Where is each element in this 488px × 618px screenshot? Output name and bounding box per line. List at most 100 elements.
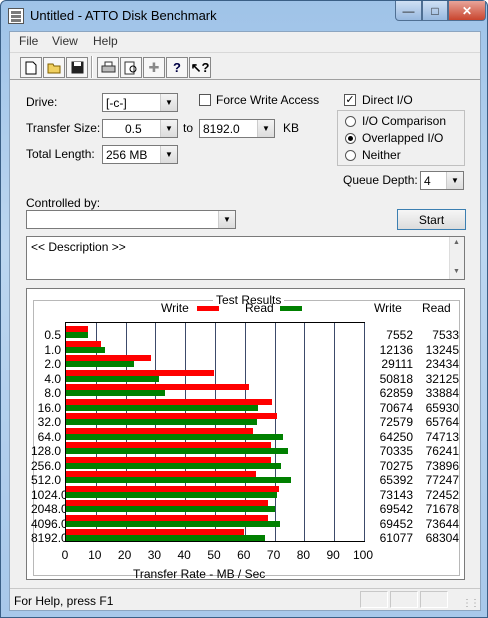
drive-value: [-c-] [106,96,127,110]
write-value: 64250 [379,429,413,444]
read-bar [66,346,105,353]
transfer-size-to-value: 8192.0 [203,122,240,136]
chevron-down-icon[interactable]: ▼ [160,94,177,111]
write-value: 72579 [379,415,413,429]
write-value: 7552 [386,328,413,342]
total-length-label: Total Length: [26,147,95,161]
read-bar [66,520,281,527]
read-bar [66,390,165,396]
chevron-down-icon[interactable]: ▼ [160,120,177,137]
chevron-down-icon[interactable]: ▼ [160,146,177,163]
read-bar [66,433,284,440]
drive-label: Drive: [26,95,58,109]
title-bar[interactable]: Untitled - ATTO Disk Benchmark — □ ✕ [1,1,487,31]
read-value: 32125 [425,371,459,386]
read-bar [66,361,135,367]
category-label: 4096.0 [31,516,68,531]
direct-io-checkbox[interactable]: ✓ [344,94,356,106]
minimize-button[interactable]: — [395,1,422,21]
overlapped-io-label[interactable]: Overlapped I/O [362,131,443,145]
write-column-header: Write [374,301,402,315]
toolbar-separator [91,56,93,78]
read-legend-swatch [280,306,302,311]
write-value: 65392 [379,473,413,487]
chevron-down-icon[interactable]: ▼ [218,211,235,228]
read-bar [66,332,88,338]
chevron-down-icon[interactable]: ▼ [257,120,274,137]
client-area: File View Help ✚ ? ↖? Drive: [-c-] ▼ For… [9,31,481,611]
read-value: 65764 [425,415,459,429]
menu-view[interactable]: View [52,34,78,48]
read-value: 73644 [425,516,459,531]
force-write-label[interactable]: Force Write Access [216,93,319,107]
status-cell [390,591,418,608]
app-window: Untitled - ATTO Disk Benchmark — □ ✕ Fil… [0,0,488,618]
close-button[interactable]: ✕ [448,1,486,21]
resize-grip-icon[interactable]: ⋮⋮ [462,598,480,609]
total-length-value: 256 MB [106,148,148,162]
drive-combo[interactable]: [-c-] ▼ [102,93,178,112]
write-value: 73143 [379,487,413,502]
transfer-size-from-value: 0.5 [125,122,142,136]
description-scrollbar[interactable]: ▲ ▼ [449,237,464,279]
write-value: 62859 [379,386,413,400]
controlled-by-combo[interactable]: ▼ [26,210,236,229]
queue-depth-combo[interactable]: 4 ▼ [420,171,464,190]
start-button[interactable]: Start [397,209,466,230]
category-label: 0.5 [44,328,61,342]
direct-io-label[interactable]: Direct I/O [362,93,413,107]
category-label: 256.0 [31,458,62,473]
description-box[interactable]: << Description >> ▲ ▼ [26,236,465,280]
read-bar [66,506,275,512]
write-value: 70335 [379,444,413,458]
x-tick-label: 100 [352,548,374,562]
window-title: Untitled - ATTO Disk Benchmark [30,8,217,23]
save-button[interactable] [66,57,88,78]
status-bar: For Help, press F1 ⋮⋮ [10,588,480,610]
read-bar [66,404,258,411]
io-comparison-label[interactable]: I/O Comparison [362,114,446,128]
read-bar [66,535,265,541]
open-button[interactable] [43,57,65,78]
menu-help[interactable]: Help [93,34,118,48]
total-length-combo[interactable]: 256 MB ▼ [102,145,178,164]
transfer-size-label: Transfer Size: [26,121,101,135]
minimize-icon: — [402,3,415,18]
category-label: 4.0 [44,371,61,386]
neither-label[interactable]: Neither [362,148,401,162]
write-legend-label: Write [161,301,189,315]
gridline [274,323,276,541]
neither-radio[interactable] [345,150,356,161]
print-preview-button[interactable] [120,57,142,78]
transfer-size-to-combo[interactable]: 8192.0 ▼ [199,119,275,138]
force-write-checkbox[interactable] [199,94,211,106]
chevron-down-icon[interactable]: ▼ [446,172,463,189]
description-text: << Description >> [31,240,126,254]
x-tick-label: 20 [117,548,132,562]
print-button[interactable] [97,57,119,78]
category-label: 1024.0 [31,487,68,502]
read-value: 74713 [425,429,459,444]
transfer-size-from-combo[interactable]: 0.5 ▼ [102,119,178,138]
queue-depth-label: Queue Depth: [343,173,418,187]
save-icon [71,61,83,74]
new-button[interactable] [20,57,42,78]
context-help-button[interactable]: ↖? [189,57,211,78]
x-tick-label: 0 [61,548,69,562]
read-column-header: Read [422,301,451,315]
scroll-up-icon[interactable]: ▲ [453,239,460,246]
x-tick-label: 70 [266,548,281,562]
context-help-icon: ↖? [190,59,210,75]
write-value: 12136 [379,342,413,357]
write-value: 70275 [379,458,413,473]
io-comparison-radio[interactable] [345,116,356,127]
maximize-button[interactable]: □ [422,1,448,21]
help-button[interactable]: ? [166,57,188,78]
read-value: 76241 [425,444,459,458]
menu-file[interactable]: File [19,34,38,48]
scroll-down-icon[interactable]: ▼ [453,268,460,275]
category-label: 2.0 [44,357,61,371]
menu-bar: File View Help [10,32,480,51]
overlapped-io-radio[interactable] [345,133,356,144]
move-button[interactable]: ✚ [143,57,165,78]
